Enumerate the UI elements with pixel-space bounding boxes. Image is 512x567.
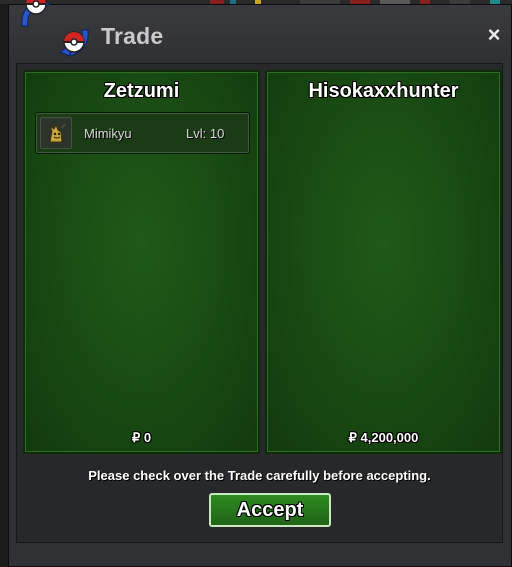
trade-content: Zetzumi Mimikyu Lvl: 10 ₽ 0 Hisokaxxhunt: [16, 63, 503, 543]
trade-window: Trade × Zetzumi Mimikyu Lvl: 10 ₽ 0 Hiso…: [8, 4, 512, 567]
window-title: Trade: [101, 23, 164, 49]
offered-pokemon-item[interactable]: Mimikyu Lvl: 10: [35, 112, 250, 154]
trade-notice: Please check over the Trade carefully be…: [88, 468, 431, 483]
mimikyu-sprite-icon: [40, 117, 72, 149]
offer-panel-partner: Hisokaxxhunter ₽ 4,200,000: [265, 70, 502, 454]
player-name-partner: Hisokaxxhunter: [308, 80, 459, 102]
money-offer-self: ₽ 0: [131, 430, 152, 445]
offer-panel-self: Zetzumi Mimikyu Lvl: 10 ₽ 0: [23, 70, 260, 454]
close-button[interactable]: ×: [483, 24, 505, 46]
pokemon-name: Mimikyu: [84, 126, 132, 141]
money-offer-partner: ₽ 4,200,000: [348, 430, 419, 445]
accept-button[interactable]: Accept: [209, 493, 331, 527]
trade-logo-icon: [21, 0, 89, 57]
player-name-self: Zetzumi: [103, 80, 180, 102]
pokemon-level: Lvl: 10: [186, 126, 225, 141]
